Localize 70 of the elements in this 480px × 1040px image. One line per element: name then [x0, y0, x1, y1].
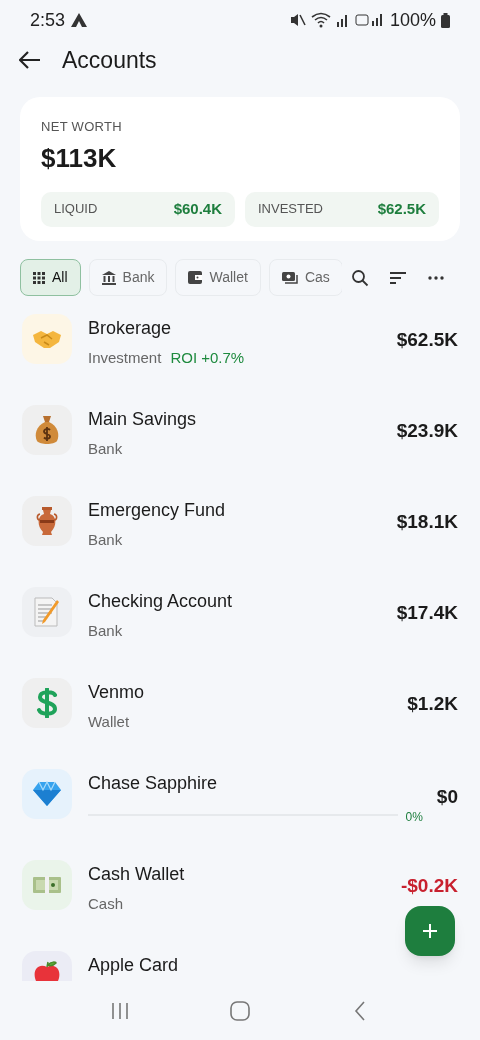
- account-name: Chase Sapphire: [88, 771, 219, 795]
- lte-signal-icon: [354, 12, 385, 28]
- account-balance: $1.2K: [407, 691, 458, 716]
- account-balance: -$0.2K: [400, 873, 458, 898]
- account-name: Main Savings: [88, 407, 198, 431]
- more-icon: [428, 275, 444, 280]
- summary-value: $62.5K: [377, 198, 426, 219]
- wifi-icon: [310, 12, 331, 28]
- grid-icon: [33, 271, 45, 284]
- account-row[interactable]: Checking Account Bank $17.4K: [0, 586, 480, 678]
- account-name: Apple Card: [88, 953, 180, 977]
- account-balance: $23.9K: [396, 418, 458, 443]
- back-arrow-icon: [19, 51, 41, 69]
- filter-chip[interactable]: All: [20, 259, 81, 296]
- wallet-icon: [188, 271, 203, 284]
- account-row[interactable]: Emergency Fund Bank $18.1K: [0, 495, 480, 587]
- account-row[interactable]: Venmo Wallet $1.2K: [0, 677, 480, 769]
- account-name: Venmo: [88, 680, 146, 704]
- account-balance: $0: [436, 784, 458, 809]
- summary-value: $60.4K: [173, 198, 222, 219]
- account-balance: $62.5K: [396, 327, 458, 352]
- bank-icon: [101, 270, 116, 285]
- account-type: Bank: [88, 620, 123, 641]
- home-icon: [230, 1000, 250, 1021]
- recents-icon: [110, 1001, 130, 1020]
- vase-icon: [35, 505, 59, 536]
- status-time: 2:53: [30, 8, 66, 32]
- account-name: Checking Account: [88, 589, 234, 613]
- filter-chip[interactable]: Bank: [88, 259, 168, 296]
- filter-chip[interactable]: Cas: [268, 259, 342, 296]
- plus-icon: [422, 923, 438, 939]
- cash-icon: [281, 271, 298, 284]
- battery-icon: [441, 12, 450, 28]
- account-row[interactable]: Chase Sapphire 0% $0: [0, 768, 480, 860]
- net-worth-value: $113K: [41, 141, 118, 175]
- account-type: Wallet: [88, 711, 130, 732]
- gem-icon: [32, 780, 62, 807]
- page-title: Accounts: [62, 45, 157, 75]
- account-name: Cash Wallet: [88, 862, 186, 886]
- banknote-icon: [32, 874, 62, 895]
- account-row[interactable]: Main Savings Bank $23.9K: [0, 404, 480, 496]
- account-balance: $17.4K: [396, 600, 458, 625]
- filter-chip[interactable]: Wallet: [175, 259, 261, 296]
- account-name: Brokerage: [88, 316, 173, 340]
- apple-icon: [33, 960, 61, 981]
- back-icon: [354, 1000, 366, 1021]
- account-row[interactable]: Brokerage Investment ROI +0.7% $62.5K: [0, 313, 480, 405]
- account-name: Emergency Fund: [88, 498, 227, 522]
- handshake-icon: [32, 328, 62, 349]
- account-type: Bank: [88, 438, 123, 459]
- sort-icon: [389, 270, 407, 285]
- summary-label: LIQUID: [54, 200, 98, 219]
- add-button[interactable]: [405, 906, 455, 956]
- search-icon: [351, 268, 369, 287]
- dollar-sign-icon: [36, 687, 58, 718]
- account-balance: $18.1K: [396, 509, 458, 534]
- account-type: Cash: [88, 893, 124, 914]
- account-type: Bank: [88, 529, 123, 550]
- memo-icon: [33, 596, 61, 627]
- app-logo-icon: [71, 13, 88, 27]
- mute-icon: [289, 13, 306, 27]
- net-worth-label: NET WORTH: [41, 118, 123, 136]
- account-type: Investment: [88, 347, 162, 368]
- summary-label: INVESTED: [258, 200, 323, 219]
- roi-label: ROI +0.7%: [170, 347, 245, 368]
- money-bag-icon: [34, 414, 60, 445]
- account-row[interactable]: Cash Wallet Cash -$0.2K: [0, 859, 480, 951]
- progress-percent: 0%: [405, 808, 423, 826]
- signal-icon: [335, 13, 350, 27]
- battery-percent: 100%: [389, 8, 436, 32]
